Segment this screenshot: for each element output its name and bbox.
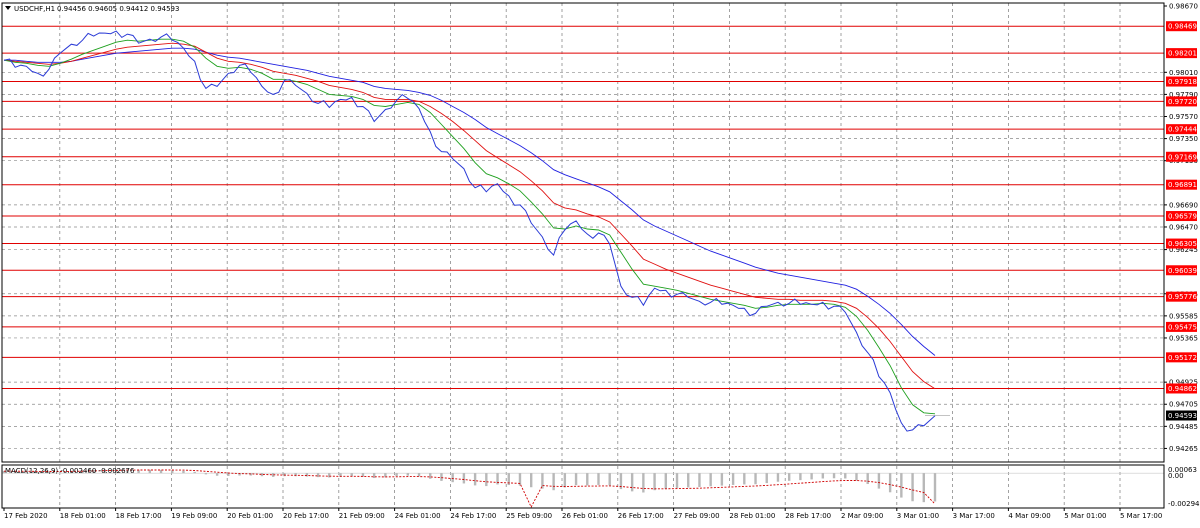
level-price-label: 0.95776 — [1168, 293, 1197, 301]
y-tick-label: 0.97570 — [1169, 113, 1198, 121]
y-tick-label: 0.94265 — [1169, 445, 1198, 453]
x-tick-label: 28 Feb 17:00 — [785, 512, 831, 520]
x-tick-label: 4 Mar 09:00 — [1008, 512, 1050, 520]
y-tick-label: 0.94705 — [1169, 401, 1198, 409]
level-price-label: 0.96039 — [1168, 267, 1197, 275]
x-tick-label: 5 Mar 17:00 — [1120, 512, 1162, 520]
x-tick-label: 27 Feb 09:00 — [674, 512, 720, 520]
macd-axis-bottom: -0.002942 — [1168, 500, 1200, 508]
x-tick-label: 26 Feb 01:00 — [562, 512, 608, 520]
x-tick-label: 19 Feb 09:00 — [171, 512, 217, 520]
level-price-label: 0.96305 — [1168, 240, 1197, 248]
y-tick-label: 0.95365 — [1169, 334, 1198, 342]
x-tick-label: 17 Feb 2020 — [4, 512, 48, 520]
y-tick-label: 0.94485 — [1169, 423, 1198, 431]
y-tick-label: 0.98010 — [1169, 69, 1198, 77]
x-tick-label: 25 Feb 09:00 — [506, 512, 552, 520]
y-tick-label: 0.98670 — [1169, 3, 1198, 11]
y-tick-label: 0.97350 — [1169, 135, 1198, 143]
y-tick-label: 0.96690 — [1169, 201, 1198, 209]
x-tick-label: 3 Mar 01:00 — [897, 512, 939, 520]
current-price-label: 0.94593 — [1168, 412, 1197, 420]
x-tick-label: 3 Mar 17:00 — [953, 512, 995, 520]
x-tick-label: 24 Feb 01:00 — [395, 512, 441, 520]
x-tick-label: 20 Feb 17:00 — [283, 512, 329, 520]
x-tick-label: 24 Feb 17:00 — [450, 512, 496, 520]
level-price-label: 0.95475 — [1168, 323, 1197, 331]
x-tick-label: 28 Feb 01:00 — [729, 512, 775, 520]
symbol-label: USDCHF,H1 — [14, 5, 55, 13]
ohlc-quote: 0.94456 0.94605 0.94412 0.94593 — [57, 5, 179, 13]
price-chart[interactable]: USDCHF,H1 0.94456 0.94605 0.94412 0.9459… — [0, 0, 1200, 524]
x-tick-label: 18 Feb 17:00 — [116, 512, 162, 520]
level-price-label: 0.97918 — [1168, 78, 1197, 86]
y-tick-label: 0.96470 — [1169, 223, 1198, 231]
x-tick-label: 21 Feb 09:00 — [339, 512, 385, 520]
macd-axis-zero: 0.00 — [1168, 472, 1184, 480]
level-price-label: 0.96891 — [1168, 181, 1197, 189]
level-price-label: 0.96579 — [1168, 213, 1197, 221]
level-price-label: 0.98469 — [1168, 23, 1197, 31]
x-tick-label: 26 Feb 17:00 — [618, 512, 664, 520]
x-tick-label: 20 Feb 01:00 — [227, 512, 273, 520]
level-price-label: 0.94862 — [1168, 385, 1197, 393]
x-tick-label: 2 Mar 09:00 — [841, 512, 883, 520]
level-price-label: 0.97169 — [1168, 153, 1197, 161]
level-price-label: 0.95172 — [1168, 354, 1197, 362]
chart-window: USDCHF,H1 0.94456 0.94605 0.94412 0.9459… — [0, 0, 1200, 524]
macd-label: MACD(12,26,9) -0.002460 -0.002676 — [5, 467, 135, 475]
level-price-label: 0.98201 — [1168, 50, 1197, 58]
y-tick-label: 0.95585 — [1169, 312, 1198, 320]
level-price-label: 0.97720 — [1168, 98, 1197, 106]
level-price-label: 0.97444 — [1168, 126, 1197, 134]
x-tick-label: 5 Mar 01:00 — [1064, 512, 1106, 520]
x-tick-label: 18 Feb 01:00 — [60, 512, 106, 520]
